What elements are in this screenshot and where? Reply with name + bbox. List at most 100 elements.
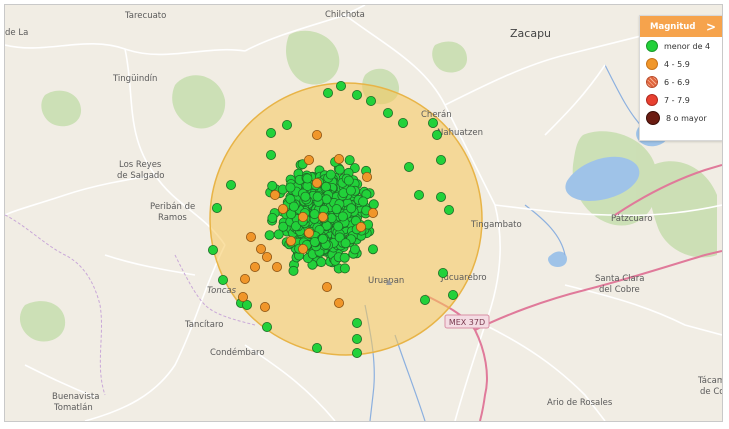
earthquake-marker-minor[interactable] — [211, 202, 222, 213]
earthquake-marker-moderate[interactable] — [255, 243, 266, 254]
earthquake-marker-minor[interactable] — [351, 333, 362, 344]
earthquake-marker-moderate[interactable] — [297, 243, 308, 254]
earthquake-marker-moderate[interactable] — [297, 211, 308, 222]
earthquake-marker-minor[interactable] — [225, 179, 236, 190]
earthquake-marker-minor[interactable] — [345, 185, 356, 196]
earthquake-marker-minor[interactable] — [288, 201, 299, 212]
chevron-right-icon[interactable]: > — [706, 20, 716, 34]
earthquake-marker-moderate[interactable] — [303, 227, 314, 238]
earthquake-marker-minor[interactable] — [207, 244, 218, 255]
magnitude-legend: Magnitud > menor de 4 4 - 5.9 6 - 6.9 7 … — [639, 15, 722, 141]
earthquake-marker-minor[interactable] — [300, 191, 311, 202]
place-label: Tingambato — [470, 220, 522, 230]
earthquake-marker-minor[interactable] — [403, 161, 414, 172]
place-label: Uruapan — [368, 276, 404, 286]
earthquake-marker-moderate[interactable] — [245, 231, 256, 242]
earthquake-marker-moderate[interactable] — [317, 211, 328, 222]
earthquake-marker-minor[interactable] — [317, 233, 328, 244]
legend-header[interactable]: Magnitud > — [640, 16, 722, 37]
earthquake-marker-minor[interactable] — [267, 212, 278, 223]
earthquake-marker-minor[interactable] — [437, 267, 448, 278]
earthquake-marker-minor[interactable] — [320, 181, 331, 192]
earthquake-marker-moderate[interactable] — [311, 177, 322, 188]
earthquake-marker-minor[interactable] — [337, 211, 348, 222]
earthquake-marker-minor[interactable] — [435, 191, 446, 202]
earthquake-marker-minor[interactable] — [351, 90, 362, 101]
earthquake-marker-minor[interactable] — [325, 169, 336, 180]
earthquake-marker-minor[interactable] — [339, 252, 350, 263]
earthquake-marker-minor[interactable] — [344, 155, 355, 166]
earthquake-marker-moderate[interactable] — [367, 207, 378, 218]
earthquake-marker-minor[interactable] — [312, 191, 323, 202]
earthquake-marker-minor[interactable] — [351, 347, 362, 358]
earthquake-marker-moderate[interactable] — [355, 221, 366, 232]
earthquake-marker-minor[interactable] — [351, 317, 362, 328]
earthquake-marker-moderate[interactable] — [333, 153, 344, 164]
earthquake-marker-moderate[interactable] — [285, 235, 296, 246]
place-label: Tingüindín — [112, 74, 157, 84]
earthquake-marker-minor[interactable] — [427, 118, 438, 129]
earthquake-marker-moderate[interactable] — [277, 203, 288, 214]
earthquake-marker-minor[interactable] — [309, 209, 320, 220]
earthquake-marker-minor[interactable] — [261, 321, 272, 332]
earthquake-marker-moderate[interactable] — [259, 301, 270, 312]
earthquake-marker-minor[interactable] — [322, 88, 333, 99]
earthquake-marker-minor[interactable] — [367, 244, 378, 255]
earthquake-marker-minor[interactable] — [447, 289, 458, 300]
earthquake-marker-moderate[interactable] — [239, 273, 250, 284]
place-label: Buenavista — [52, 392, 99, 402]
earthquake-marker-minor[interactable] — [217, 274, 228, 285]
earthquake-marker-minor[interactable] — [340, 238, 351, 249]
place-label: Santa Clara — [595, 274, 644, 284]
earthquake-marker-minor[interactable] — [343, 175, 354, 186]
earthquake-marker-minor[interactable] — [382, 108, 393, 119]
earthquake-marker-moderate[interactable] — [271, 261, 282, 272]
earthquake-marker-minor[interactable] — [349, 244, 360, 255]
place-label: Chilchota — [325, 10, 365, 20]
earthquake-marker-minor[interactable] — [435, 154, 446, 165]
earthquake-marker-minor[interactable] — [264, 230, 275, 241]
place-label: Los Reyes — [119, 160, 162, 170]
earthquake-marker-minor[interactable] — [331, 204, 342, 215]
place-label: del Cobre — [599, 285, 640, 295]
earthquake-marker-minor[interactable] — [311, 342, 322, 353]
earthquake-marker-minor[interactable] — [281, 120, 292, 131]
place-label: Peribán de — [150, 202, 195, 212]
earthquake-marker-moderate[interactable] — [237, 291, 248, 302]
earthquake-marker-minor[interactable] — [335, 81, 346, 92]
earthquake-marker-minor[interactable] — [267, 180, 278, 191]
earthquake-marker-moderate[interactable] — [261, 251, 272, 262]
earthquake-marker-minor[interactable] — [346, 203, 357, 214]
earthquake-marker-moderate[interactable] — [249, 261, 260, 272]
earthquake-marker-minor[interactable] — [431, 130, 442, 141]
earthquake-marker-minor[interactable] — [302, 173, 313, 184]
earthquake-marker-moderate[interactable] — [361, 171, 372, 182]
earthquake-marker-minor[interactable] — [358, 196, 369, 207]
earthquake-marker-minor[interactable] — [397, 118, 408, 129]
earthquake-marker-minor[interactable] — [413, 189, 424, 200]
earthquake-marker-moderate[interactable] — [333, 297, 344, 308]
earthquake-marker-minor[interactable] — [288, 265, 299, 276]
earthquake-marker-moderate[interactable] — [303, 154, 314, 165]
earthquake-marker-minor[interactable] — [419, 294, 430, 305]
earthquake-marker-minor[interactable] — [316, 257, 327, 268]
earthquake-marker-minor[interactable] — [365, 96, 376, 107]
earthquake-marker-minor[interactable] — [265, 149, 276, 160]
earthquake-marker-minor[interactable] — [443, 204, 454, 215]
earthquake-marker-moderate[interactable] — [321, 281, 332, 292]
legend-item-7-79: 7 - 7.9 — [640, 91, 722, 109]
place-label: Tarecuato — [124, 11, 166, 21]
earthquake-marker-minor[interactable] — [368, 199, 379, 210]
earthquake-marker-minor[interactable] — [285, 182, 296, 193]
earthquake-marker-moderate[interactable] — [269, 189, 280, 200]
place-label: Ramos — [158, 213, 187, 223]
earthquake-marker-minor[interactable] — [265, 128, 276, 139]
earthquake-marker-minor[interactable] — [334, 164, 345, 175]
earthquake-marker-minor[interactable] — [333, 221, 344, 232]
map-canvas[interactable]: Tarecuato Chilchota Zacapu Tingüindín Lo… — [5, 5, 722, 421]
highway-shield-label: MEX 37D — [449, 318, 485, 327]
earthquake-marker-minor[interactable] — [339, 263, 350, 274]
place-label: Condémbaro — [210, 347, 265, 358]
earthquake-marker-moderate[interactable] — [311, 130, 322, 141]
legend-label: menor de 4 — [664, 41, 711, 51]
